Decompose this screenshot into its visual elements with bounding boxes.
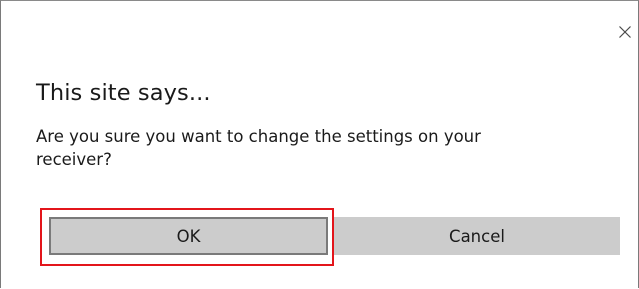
close-icon — [618, 25, 632, 39]
close-button[interactable] — [612, 19, 638, 45]
cancel-button[interactable]: Cancel — [334, 217, 620, 255]
confirm-dialog: This site says... Are you sure you want … — [0, 0, 639, 288]
dialog-title: This site says... — [36, 80, 211, 106]
ok-button[interactable]: OK — [49, 217, 328, 255]
dialog-message: Are you sure you want to change the sett… — [36, 127, 481, 169]
